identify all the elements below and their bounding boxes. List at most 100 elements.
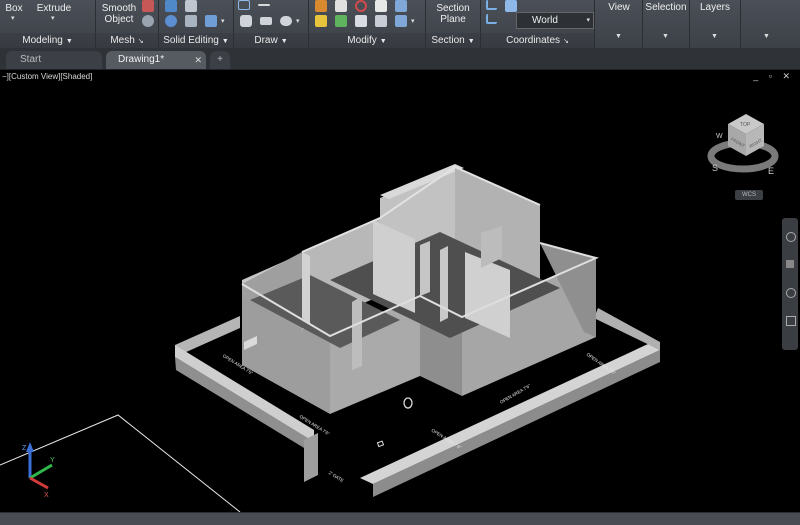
nav-zoom-icon[interactable] — [786, 288, 796, 298]
file-tab-bar: Start Drawing1* ✕ + — [0, 48, 800, 70]
panel-draw: ▾ Draw ▼ — [234, 0, 309, 48]
extrude-dropdown-icon[interactable]: ▾ — [51, 14, 55, 22]
panel-solid-editing: ▾ Solid Editing ▼ — [159, 0, 234, 48]
tab-close-icon[interactable]: ✕ — [194, 51, 202, 69]
viewcube[interactable]: TOP FRONT RIGHT S E W — [707, 114, 779, 176]
modify-dropdown-icon[interactable]: ▾ — [411, 17, 415, 25]
extract-edges-icon[interactable] — [205, 15, 217, 27]
ucs-world-icon[interactable] — [505, 0, 517, 12]
tab-drawing1[interactable]: Drawing1* ✕ — [106, 51, 206, 69]
partition-7 — [420, 241, 430, 296]
compass-south: S — [712, 163, 718, 173]
partition-2 — [302, 252, 310, 324]
panel-selection[interactable]: Selection ▼ — [643, 0, 690, 48]
nav-pan-icon[interactable] — [786, 260, 794, 268]
nav-full-wheel-icon[interactable] — [786, 232, 796, 242]
panel-title-modify[interactable]: Modify ▼ — [309, 33, 425, 48]
ribbon: Box Extrude ▾ ▾ Modeling ▼ Smooth Object … — [0, 0, 800, 49]
tab-start[interactable]: Start — [6, 51, 102, 69]
panel-modify: ▾ Modify ▼ — [309, 0, 426, 48]
panel-title-draw[interactable]: Draw ▼ — [234, 33, 308, 48]
model-canvas: OPEN AREA 7'6" OPEN AREA 7'6" OPEN AREA … — [0, 114, 779, 512]
selection-dropdown-icon[interactable]: ▼ — [662, 33, 669, 40]
panel-section: Section Plane Section ▼ — [426, 0, 481, 48]
panel-title-section[interactable]: Section ▼ — [426, 33, 480, 48]
post-marker — [376, 440, 385, 448]
mesh-tool-icon[interactable] — [142, 0, 154, 12]
navigation-bar[interactable] — [782, 218, 798, 350]
section-plane-button[interactable]: Section Plane — [430, 3, 476, 25]
partition-4 — [440, 246, 448, 322]
extrude-button-label: Extrude — [36, 3, 72, 14]
panel-title-coordinates[interactable]: Coordinates ↘ — [481, 33, 594, 48]
coordinate-system-value: World — [532, 15, 558, 26]
new-tab-label: + — [217, 54, 223, 65]
panel-title-view: View — [608, 2, 630, 13]
rectangle-icon[interactable] — [260, 17, 272, 25]
rect-array-icon[interactable] — [395, 15, 407, 27]
wcs-button[interactable]: WCS — [735, 190, 763, 200]
array-icon[interactable] — [395, 0, 407, 12]
svg-text:Z: Z — [22, 445, 27, 452]
ellipse-icon[interactable] — [280, 16, 292, 26]
panel-view[interactable]: View ▼ — [596, 0, 643, 48]
box-dropdown-icon[interactable]: ▾ — [11, 14, 15, 22]
move-icon[interactable] — [315, 0, 327, 12]
view-dropdown-icon[interactable]: ▼ — [615, 33, 622, 40]
ucs-origin-icon[interactable] — [486, 14, 497, 24]
box-button[interactable]: Box — [2, 3, 26, 14]
tree-marker — [403, 397, 413, 409]
copy-icon[interactable] — [335, 0, 347, 12]
site-boundary-line — [0, 414, 241, 512]
fence-gate-stub — [304, 433, 318, 482]
fence-left-top — [175, 316, 240, 357]
smooth-object-label-2: Object — [104, 14, 134, 25]
panel-layers[interactable]: Layers ▼ — [690, 0, 741, 48]
align-icon[interactable] — [335, 15, 347, 27]
coordinate-system-select[interactable]: World ▾ — [516, 12, 594, 29]
layers-dropdown-icon[interactable]: ▼ — [711, 33, 718, 40]
line-icon[interactable] — [258, 4, 270, 6]
polygon-icon[interactable] — [240, 15, 252, 27]
tab-start-label: Start — [20, 54, 42, 65]
panel-title-modeling[interactable]: Modeling ▼ — [0, 33, 95, 48]
mirror-icon[interactable] — [375, 0, 387, 12]
smooth-object-button[interactable]: Smooth Object — [100, 3, 138, 25]
slice-icon[interactable] — [185, 0, 197, 12]
panel-title-layers: Layers — [699, 2, 730, 13]
compass-east: E — [768, 166, 774, 176]
panel-mesh: Smooth Object Mesh ↘ — [96, 0, 159, 48]
offset-icon[interactable] — [375, 15, 387, 27]
thicken-icon[interactable] — [185, 15, 197, 27]
section-plane-label-1: Section — [436, 3, 470, 14]
draw-dropdown-icon[interactable]: ▾ — [296, 17, 300, 25]
panel-more[interactable]: ▼ — [741, 0, 799, 48]
new-tab-button[interactable]: + — [210, 51, 230, 69]
panel-title-mesh[interactable]: Mesh ↘ — [96, 33, 158, 48]
svg-text:X: X — [44, 492, 49, 499]
stretch-icon[interactable] — [355, 15, 367, 27]
section-plane-label-2: Plane — [440, 14, 466, 25]
smooth-object-label-1: Smooth — [101, 3, 137, 14]
ucs-icon[interactable] — [486, 0, 497, 10]
rotate-icon[interactable] — [355, 0, 367, 12]
interfere-icon[interactable] — [165, 15, 177, 27]
viewcube-top-label: TOP — [740, 122, 751, 128]
union-icon[interactable] — [165, 0, 177, 12]
extrude-button[interactable]: Extrude — [36, 3, 72, 14]
fillet-icon[interactable] — [315, 15, 327, 27]
layout-tab-bar — [0, 512, 800, 525]
compass-west: W — [716, 133, 723, 140]
ucs-axis-icon: Z Y X — [22, 442, 55, 499]
tab-drawing1-label: Drawing1* — [118, 54, 165, 65]
nav-orbit-icon[interactable] — [786, 316, 796, 326]
solid-editing-dropdown-icon[interactable]: ▾ — [221, 17, 225, 25]
partition-3 — [352, 296, 362, 370]
panel-coordinates: World ▾ Coordinates ↘ — [481, 0, 595, 48]
panel-title-solid-editing[interactable]: Solid Editing ▼ — [159, 33, 233, 48]
drawing-viewport[interactable]: −][Custom View][Shaded] _ ▫ ✕ OPEN AREA … — [0, 70, 800, 512]
panel-modeling: Box Extrude ▾ ▾ Modeling ▼ — [0, 0, 96, 48]
more-dropdown-icon[interactable]: ▼ — [763, 33, 770, 40]
polyline-icon[interactable] — [238, 0, 250, 10]
mesh-smooth-icon[interactable] — [142, 15, 154, 27]
